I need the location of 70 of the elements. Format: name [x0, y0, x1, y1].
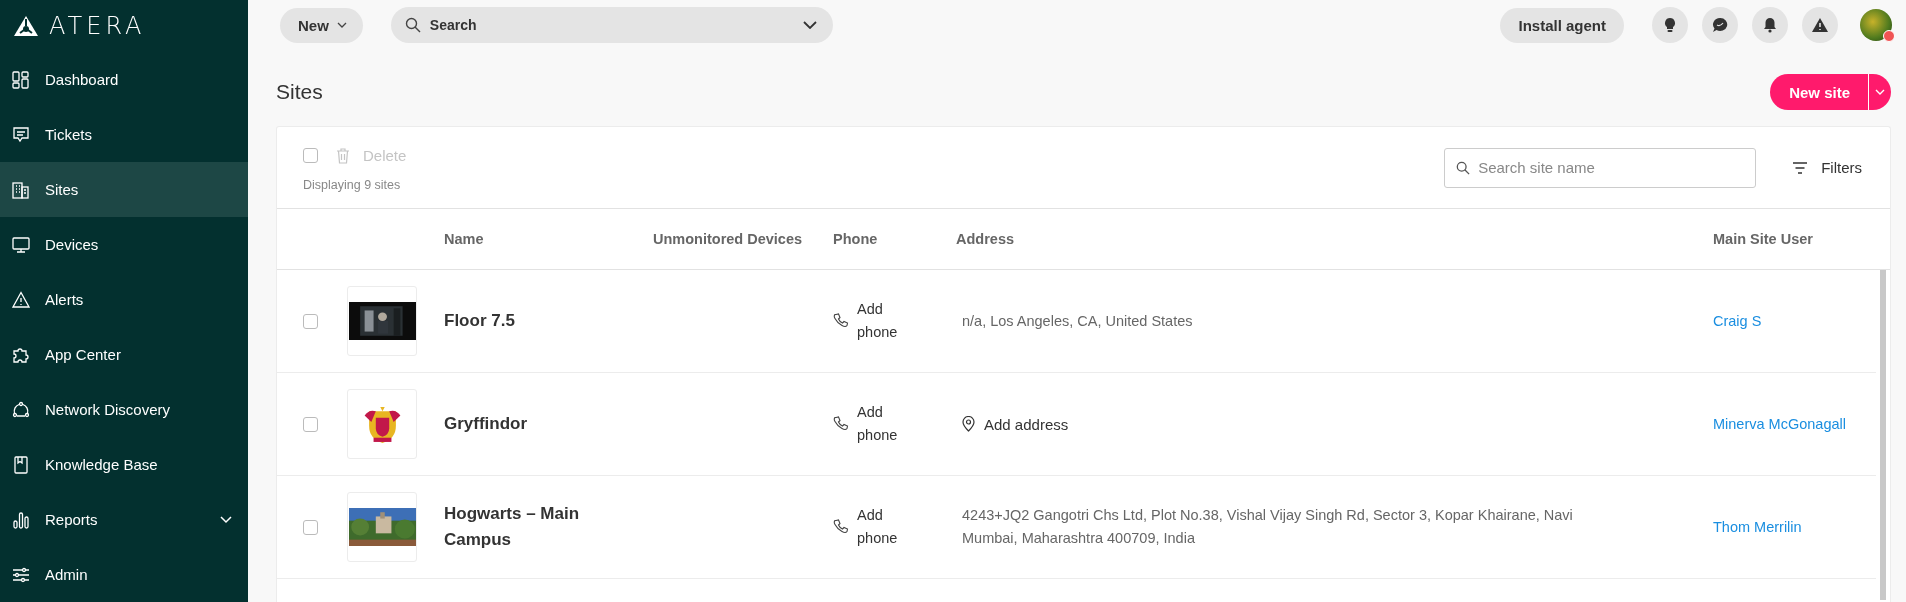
book-icon: [12, 455, 30, 474]
address-text: n/a, Los Angeles, CA, United States: [962, 311, 1193, 331]
checkbox[interactable]: [303, 148, 318, 163]
trash-icon: [336, 147, 350, 164]
search-icon: [1456, 160, 1471, 175]
sidebar-item[interactable]: Tickets: [0, 107, 248, 162]
location-pin-icon: [962, 416, 975, 432]
search-field[interactable]: Search site name: [1444, 147, 1757, 188]
new-button[interactable]: New: [280, 7, 363, 43]
bars-icon: [12, 510, 30, 529]
notifications-icon[interactable]: [1752, 7, 1788, 43]
main-user-link[interactable]: Craig S: [1713, 313, 1876, 329]
column-header[interactable]: Main Site User: [1713, 231, 1890, 247]
site-name[interactable]: Hogwarts – Main Campus: [444, 501, 653, 553]
search-field[interactable]: Search: [390, 7, 833, 43]
add-address-link[interactable]: Add address: [984, 415, 1069, 433]
checkbox[interactable]: [303, 313, 318, 329]
phone-icon: [833, 519, 849, 535]
page-title: Sites: [276, 80, 323, 104]
network-icon: [12, 400, 30, 419]
monitor-icon: [12, 235, 30, 254]
site-count: Displaying 9 sites: [303, 178, 402, 192]
chevron-down-icon: [336, 22, 347, 28]
main-user-link[interactable]: Minerva McGonagall: [1713, 416, 1876, 432]
add-phone-link[interactable]: Add phone: [857, 298, 907, 344]
main-user-link[interactable]: Thom Merrilin: [1713, 519, 1876, 535]
site-name[interactable]: Floor 7.5: [444, 308, 653, 334]
chevron-down-icon: [802, 21, 817, 29]
sidebar-item[interactable]: Network Discovery: [0, 382, 248, 437]
avatar[interactable]: [1860, 9, 1892, 41]
sidebar-item[interactable]: Alerts: [0, 272, 248, 327]
phone-icon: [833, 313, 849, 329]
scrollbar[interactable]: [1880, 270, 1886, 600]
building-icon: [12, 180, 30, 199]
sidebar-item[interactable]: Dashboard: [0, 52, 248, 107]
chat-icon[interactable]: [1702, 7, 1738, 43]
grid-icon: [12, 70, 30, 89]
column-header[interactable]: Name: [444, 231, 653, 247]
logo-text: ATERA: [49, 12, 146, 40]
search-icon: [404, 17, 421, 33]
warning-icon[interactable]: [1802, 7, 1838, 43]
ticket-icon: [12, 125, 30, 144]
sidebar-item[interactable]: Sites: [0, 162, 248, 217]
add-phone-link[interactable]: Add phone: [857, 401, 907, 447]
add-phone-link[interactable]: Add phone: [857, 504, 907, 550]
puzzle-icon: [12, 345, 30, 364]
filter-icon: [1792, 161, 1809, 174]
checkbox[interactable]: [303, 416, 318, 432]
new-site-button[interactable]: New site: [1770, 74, 1891, 110]
install-agent-button[interactable]: Install agent: [1500, 7, 1624, 43]
chevron-down-icon: [220, 515, 232, 524]
sidebar-item[interactable]: App Center: [0, 327, 248, 382]
status-dot: [1883, 30, 1895, 42]
sidebar-item[interactable]: Devices: [0, 217, 248, 272]
site-name[interactable]: Gryffindor: [444, 411, 653, 437]
checkbox[interactable]: [303, 519, 318, 535]
sidebar-item[interactable]: Reports: [0, 492, 248, 547]
address-text: 4243+JQ2 Gangotri Chs Ltd, Plot No.38, Vishal Vijay Singh Rd, Sector 3, Kopar Khairane, Navi Mumbai, Maharashtra 400709, India: [962, 506, 1574, 548]
sliders-icon: [12, 565, 30, 584]
chevron-down-icon: [1875, 89, 1885, 95]
column-header[interactable]: Address: [956, 231, 1713, 247]
logo-icon: [13, 15, 39, 37]
filters-button[interactable]: Filters: [1792, 159, 1862, 176]
phone-icon: [833, 416, 849, 432]
sidebar-item[interactable]: Admin: [0, 547, 248, 602]
sidebar-item[interactable]: Knowledge Base: [0, 437, 248, 492]
column-header[interactable]: Unmonitored Devices: [653, 231, 833, 247]
column-header[interactable]: Phone: [833, 231, 956, 247]
lightbulb-icon[interactable]: [1652, 7, 1688, 43]
warning-icon: [12, 290, 30, 309]
